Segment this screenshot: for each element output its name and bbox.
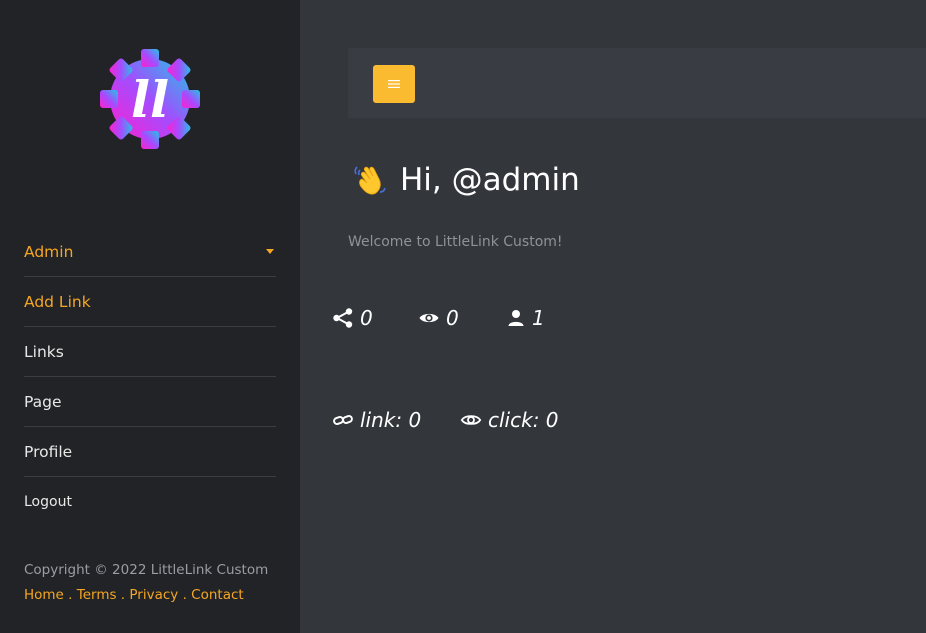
shares-count: 0 xyxy=(360,306,373,330)
click-count-stat: click: 0 xyxy=(460,408,559,432)
footer-separator: . xyxy=(178,587,192,603)
link-count: link: 0 xyxy=(360,408,422,432)
menu-toggle-button[interactable] xyxy=(373,65,415,103)
sidebar-item-label: Profile xyxy=(24,442,73,461)
sidebar-item-label: Page xyxy=(24,392,62,411)
page-title: Hi, @admin xyxy=(352,162,580,198)
link-count-stat: link: 0 xyxy=(332,408,421,432)
footer-separator: . xyxy=(116,587,130,603)
sidebar-item-add-link[interactable]: Add Link xyxy=(24,277,276,327)
sidebar-nav: Admin Add Link Links Page Profile Logout xyxy=(24,227,276,526)
views-stat: 0 xyxy=(418,306,459,330)
waving-hand-icon xyxy=(354,166,386,195)
shares-stat: 0 xyxy=(332,306,373,330)
sidebar-item-label: Links xyxy=(24,342,64,361)
users-count: 1 xyxy=(532,306,545,330)
greeting-text: Hi, @admin xyxy=(400,162,580,198)
eye-icon xyxy=(419,313,439,323)
sidebar-item-page[interactable]: Page xyxy=(24,377,276,427)
caret-down-icon xyxy=(266,249,274,254)
share-icon xyxy=(333,308,353,328)
sidebar-item-logout[interactable]: Logout xyxy=(24,477,276,526)
sidebar-item-label: Admin xyxy=(24,242,74,261)
sidebar-item-admin[interactable]: Admin xyxy=(24,227,276,277)
sidebar-item-label: Logout xyxy=(24,493,72,510)
copyright-text: Copyright © 2022 LittleLink Custom xyxy=(24,562,269,578)
top-bar xyxy=(348,48,926,118)
footer-link-home[interactable]: Home xyxy=(24,587,64,603)
click-count: click: 0 xyxy=(488,408,559,432)
sidebar-item-label: Add Link xyxy=(24,292,91,311)
link-icon xyxy=(333,414,353,426)
footer-separator: . xyxy=(63,587,77,603)
littlelink-logo[interactable]: ll xyxy=(98,47,202,151)
hamburger-icon xyxy=(388,80,400,88)
sidebar-item-links[interactable]: Links xyxy=(24,327,276,377)
views-count: 0 xyxy=(446,306,459,330)
footer-link-terms[interactable]: Terms xyxy=(77,587,117,603)
footer-links: Home . Terms . Privacy . Contact xyxy=(24,587,244,603)
sidebar: ll Admin Add Link Links Page Profile Log… xyxy=(0,0,300,633)
footer-link-privacy[interactable]: Privacy xyxy=(129,587,178,603)
user-icon xyxy=(508,310,524,326)
welcome-text: Welcome to LittleLink Custom! xyxy=(348,234,563,250)
eye-outline-icon xyxy=(460,415,482,425)
users-stat: 1 xyxy=(506,306,545,330)
sidebar-item-profile[interactable]: Profile xyxy=(24,427,276,477)
footer-link-contact[interactable]: Contact xyxy=(191,587,244,603)
logo-text: ll xyxy=(131,70,169,129)
